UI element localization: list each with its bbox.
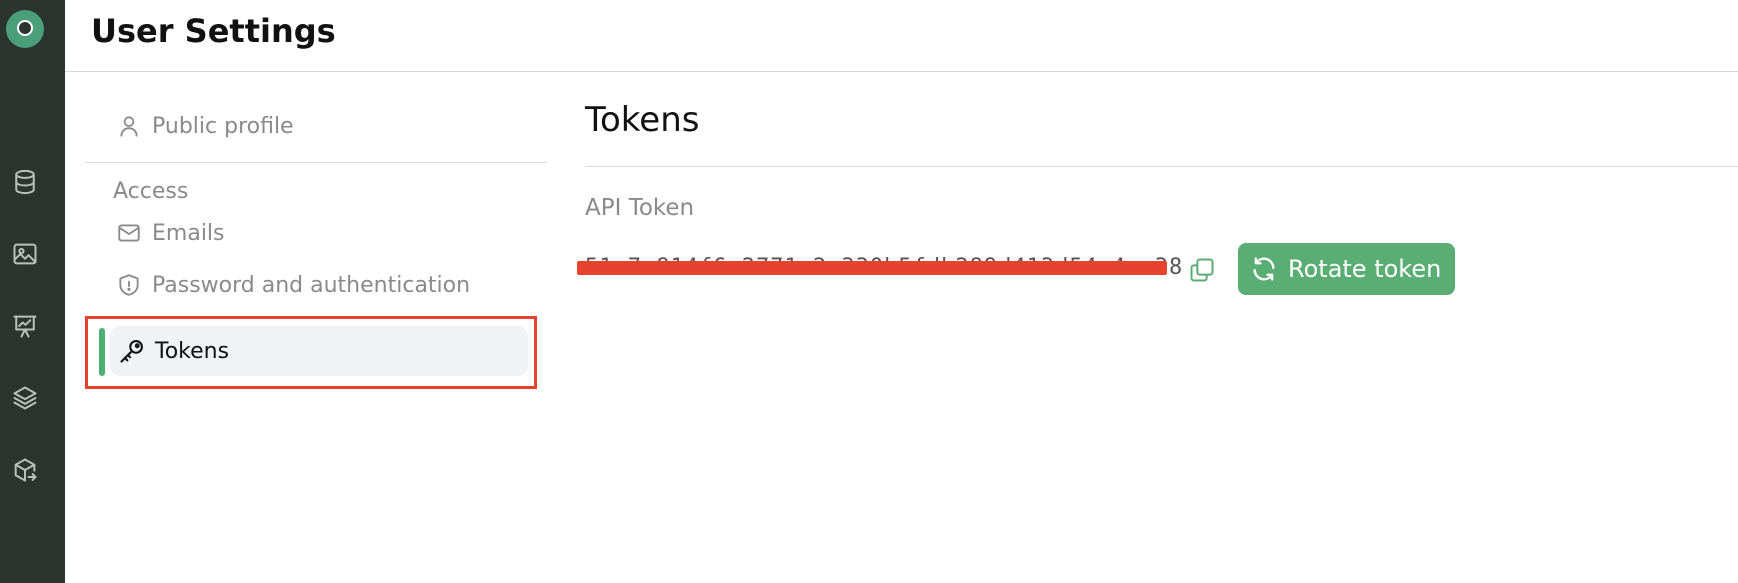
active-indicator [99, 328, 105, 376]
nav-item-tokens-highlight: Tokens [85, 316, 537, 389]
refresh-icon [1250, 255, 1278, 283]
settings-nav: Public profile Access Emails Password an… [85, 100, 546, 389]
api-token-row: 51c7a814f6c2771e2a330b5fdb289d413d54a4aa… [577, 241, 1738, 297]
page-header: User Settings [65, 0, 1738, 72]
nav-item-public-profile[interactable]: Public profile [85, 100, 546, 152]
nav-item-tokens-content[interactable]: Tokens [118, 326, 229, 376]
api-token-label: API Token [585, 195, 695, 221]
page-title: User Settings [91, 12, 336, 50]
mail-icon [115, 219, 143, 247]
key-icon [118, 337, 146, 365]
redaction-bar [577, 261, 1167, 275]
nav-item-label: Password and authentication [152, 272, 471, 298]
app-rail [0, 0, 65, 583]
package-export-icon[interactable] [11, 456, 39, 484]
copy-token-button[interactable] [1187, 255, 1217, 285]
nav-item-emails[interactable]: Emails [85, 211, 546, 255]
copy-icon [1190, 258, 1214, 282]
user-icon [115, 112, 143, 140]
nav-section-access: Access [113, 179, 189, 204]
presentation-chart-icon[interactable] [11, 312, 39, 340]
section-title: Tokens [585, 100, 700, 140]
nav-item-password-authentication[interactable]: Password and authentication [85, 263, 546, 307]
image-icon[interactable] [11, 240, 39, 268]
layers-icon[interactable] [11, 384, 39, 412]
app-logo-icon[interactable] [6, 10, 44, 48]
rotate-token-label: Rotate token [1288, 255, 1442, 283]
section-divider [585, 166, 1738, 167]
nav-item-label: Public profile [152, 113, 294, 139]
rotate-token-button[interactable]: Rotate token [1238, 243, 1456, 295]
nav-item-label: Emails [152, 220, 225, 246]
shield-icon [115, 271, 143, 299]
nav-divider [85, 162, 546, 163]
nav-item-label: Tokens [155, 338, 230, 364]
database-icon[interactable] [11, 168, 39, 196]
tokens-panel: Tokens API Token 51c7a814f6c2771e2a330b5… [577, 100, 1738, 297]
